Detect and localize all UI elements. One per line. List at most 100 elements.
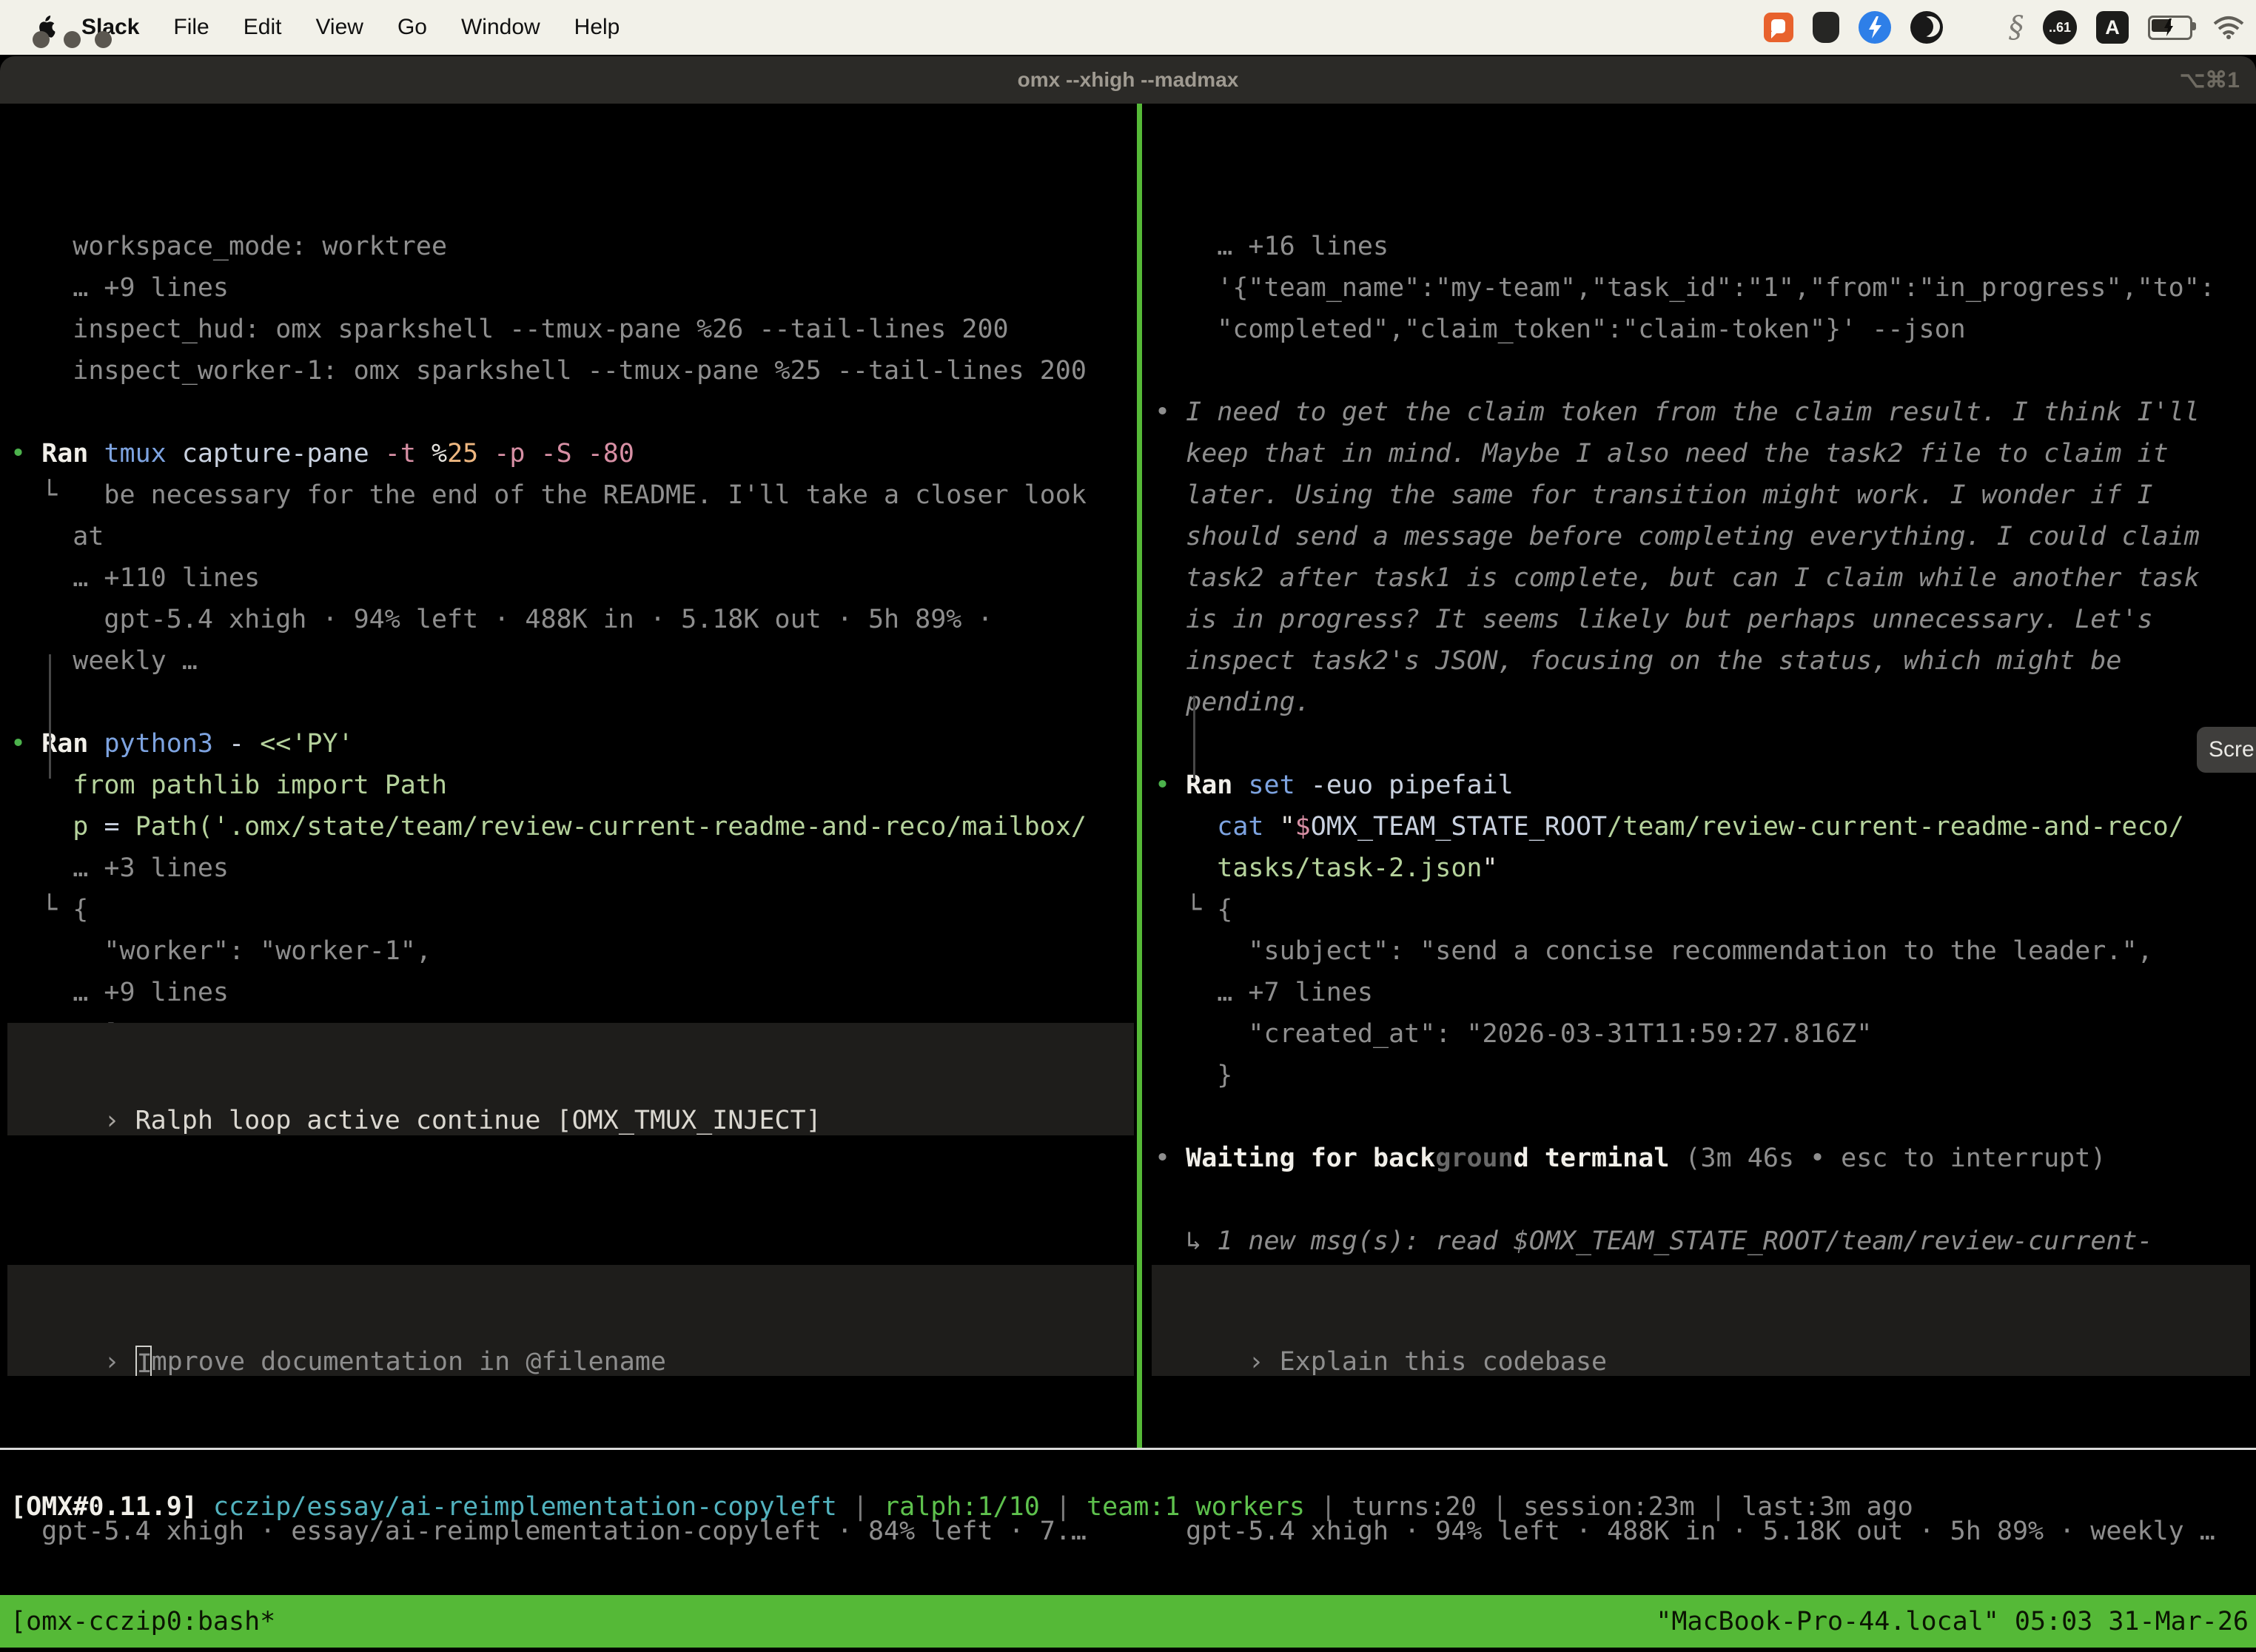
terminal-row: … +3 lines: [10, 847, 229, 889]
terminal-text-segment: -: [213, 729, 244, 759]
terminal-row: • Ran set -euo pipefail: [1155, 765, 1514, 806]
terminal-text-segment: "worker": "worker-1",: [10, 936, 432, 966]
terminal-content[interactable]: workspace_mode: worktree … +9 lines insp…: [0, 104, 2256, 1652]
count-badge-icon[interactable]: ..61: [2043, 10, 2077, 44]
right-input-box[interactable]: › Explain this codebase: [1152, 1265, 2250, 1376]
terminal-text-segment: Ran: [41, 439, 104, 469]
menu-item-help[interactable]: Help: [574, 15, 620, 40]
terminal-text-segment: $: [1295, 812, 1311, 842]
window-title: omx --xhigh --madmax: [0, 56, 2256, 104]
traffic-light-zoom-button[interactable]: [95, 31, 112, 48]
menu-item-view[interactable]: View: [315, 15, 363, 40]
wifi-icon[interactable]: [2212, 15, 2246, 40]
terminal-row: task2 after task1 is complete, but can I…: [1155, 557, 2200, 599]
tmux-pane-divider[interactable]: [1137, 104, 1142, 1448]
terminal-text-segment: inspect_worker-1: omx sparkshell --tmux-…: [10, 356, 1087, 386]
terminal-row: '{"team_name":"my-team","task_id":"1","f…: [1155, 267, 2215, 309]
terminal-text-segment: -t: [385, 439, 416, 469]
terminal-row: gpt-5.4 xhigh · 94% left · 488K in · 5.1…: [10, 599, 993, 640]
terminal-row: … +16 lines: [1155, 226, 1389, 267]
keyboard-shield-icon[interactable]: [1813, 12, 1839, 43]
terminal-text-segment: … +3 lines: [10, 853, 229, 883]
terminal-text-segment: is in progress? It seems likely but perh…: [1155, 605, 2153, 634]
terminal-text-segment: ↳: [1155, 1226, 1217, 1256]
terminal-text-segment: inspect_hud: omx sparkshell --tmux-pane …: [10, 315, 1009, 344]
terminal-text-segment: d terminal: [1514, 1144, 1670, 1173]
terminal-row: inspect_worker-1: omx sparkshell --tmux-…: [10, 350, 1087, 392]
menu-item-edit[interactable]: Edit: [244, 15, 282, 40]
terminal-row: inspect task2's JSON, focusing on the st…: [1155, 640, 2121, 682]
menu-item-file[interactable]: File: [173, 15, 209, 40]
terminal-row: "created_at": "2026-03-31T11:59:27.816Z": [1155, 1013, 1872, 1055]
terminal-row: should send a message before completing …: [1155, 516, 2200, 557]
terminal-row: is in progress? It seems likely but perh…: [1155, 599, 2153, 640]
pane-bottom-border: [0, 1448, 2256, 1450]
terminal-text-segment: "created_at": "2026-03-31T11:59:27.816Z": [1155, 1019, 1872, 1049]
blue-bolt-icon[interactable]: [1859, 11, 1891, 44]
terminal-text-segment: (3m 46s • esc to interrupt): [1669, 1144, 2106, 1173]
terminal-text-segment: keep that in mind. Maybe I also need the…: [1155, 439, 2169, 469]
screen-overlay-button[interactable]: Scre: [2197, 727, 2256, 773]
chat-bubble-icon[interactable]: [1764, 13, 1793, 42]
terminal-row: }: [1155, 1055, 1232, 1096]
terminal-row: … +110 lines: [10, 557, 260, 599]
status-segment: last:3m ago: [1742, 1492, 1913, 1522]
terminal-text-segment: weekly …: [10, 646, 198, 676]
traffic-light-close-button[interactable]: [33, 31, 50, 48]
terminal-text-segment: 25: [447, 439, 478, 469]
squiggle-icon[interactable]: §: [2009, 10, 2024, 44]
terminal-row: • Waiting for background terminal (3m 46…: [1155, 1138, 2106, 1179]
terminal-text-segment: 1 new msg(s): read $OMX_TEAM_STATE_ROOT/…: [1217, 1226, 2152, 1256]
terminal-text-segment: task2 after task1 is complete, but can I…: [1155, 563, 2200, 593]
terminal-text-segment: should send a message before completing …: [1155, 522, 2200, 551]
macos-menu-bar: Slack File Edit View Go Window Help § ..…: [0, 0, 2256, 55]
terminal-text-segment: •: [1155, 770, 1186, 800]
terminal-text-segment: I need to get the claim token from the c…: [1186, 397, 2200, 427]
terminal-row: tasks/task-2.json": [1155, 847, 1498, 889]
terminal-row: … +9 lines: [10, 972, 229, 1013]
status-segment: turns:20: [1352, 1492, 1492, 1522]
terminal-text-segment: ": [1264, 812, 1295, 842]
dots-grid-icon[interactable]: [1962, 14, 1990, 41]
terminal-text-segment: •: [10, 729, 41, 759]
terminal-text-segment: •: [1155, 1144, 1186, 1173]
terminal-text-segment: tmux: [104, 439, 166, 469]
terminal-text-segment: =: [104, 812, 135, 842]
status-segment: |: [1320, 1492, 1352, 1522]
traffic-light-minimize-button[interactable]: [64, 31, 81, 48]
status-segment: ralph:1/10: [884, 1492, 1055, 1522]
terminal-text-segment: /team/review-current-readme-and-reco/: [1607, 812, 2184, 842]
terminal-row: └ be necessary for the end of the README…: [10, 474, 1087, 516]
terminal-row: … +9 lines: [10, 267, 229, 309]
terminal-text-segment: <<'PY': [244, 729, 354, 759]
terminal-row: "subject": "send a concise recommendatio…: [1155, 930, 2153, 972]
terminal-text-segment: └ be necessary for the end of the README…: [10, 480, 1087, 510]
terminal-text-segment: inspect task2's JSON, focusing on the st…: [1155, 646, 2121, 676]
terminal-text-segment: gpt-5.4 xhigh · 94% left · 488K in · 5.1…: [10, 605, 993, 634]
terminal-text-segment: Path('.omx/state/team/review-current-rea…: [135, 812, 1087, 842]
menu-item-window[interactable]: Window: [461, 15, 540, 40]
terminal-text-segment: -p -S -80: [478, 439, 634, 469]
ralph-loop-box: › Ralph loop active continue [OMX_TMUX_I…: [7, 1023, 1134, 1135]
crescent-logo-icon[interactable]: [1910, 11, 1943, 44]
prompt-arrow-icon: ›: [104, 1106, 135, 1135]
left-output-connector-line: [49, 654, 57, 779]
terminal-text-segment: capture-pane: [167, 439, 385, 469]
left-input-box[interactable]: › Improve documentation in @filename: [7, 1265, 1134, 1376]
terminal-text-segment: "subject": "send a concise recommendatio…: [1155, 936, 2153, 966]
terminal-text-segment: %: [416, 439, 447, 469]
terminal-text-segment: cat: [1155, 812, 1264, 842]
terminal-text-segment: }: [1155, 1061, 1232, 1090]
status-segment: |: [1711, 1492, 1742, 1522]
menu-item-go[interactable]: Go: [397, 15, 427, 40]
terminal-text-segment: at: [10, 522, 104, 551]
terminal-row: from pathlib import Path: [10, 765, 447, 806]
terminal-text-segment: OMX_TEAM_STATE_ROOT: [1311, 812, 1607, 842]
terminal-row: • I need to get the claim token from the…: [1155, 392, 2200, 433]
terminal-row: workspace_mode: worktree: [10, 226, 447, 267]
terminal-text-segment: •: [10, 439, 41, 469]
a-key-icon[interactable]: A: [2096, 11, 2129, 44]
battery-icon[interactable]: [2148, 16, 2192, 40]
omx-status-bar: [OMX#0.11.9] cczip/essay/ai-reimplementa…: [10, 1486, 1913, 1528]
terminal-text-segment: •: [1155, 397, 1186, 427]
